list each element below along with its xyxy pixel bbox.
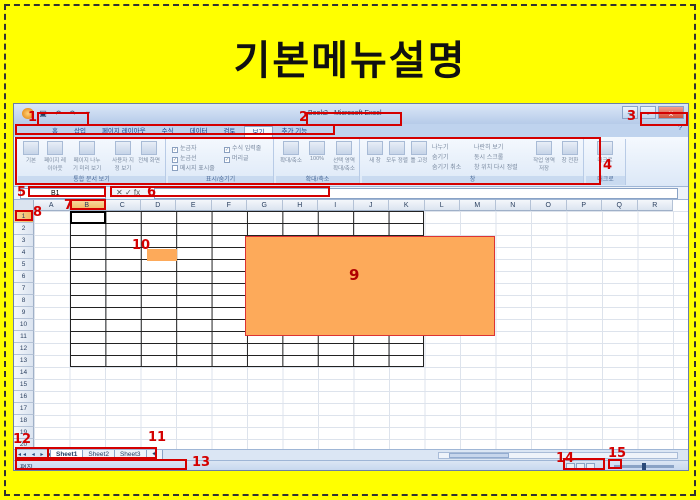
page-title: 기본메뉴설명: [233, 38, 467, 84]
scroll-thumb[interactable]: [449, 453, 509, 458]
column-header-f[interactable]: F: [211, 200, 247, 211]
marker-2: 2: [299, 110, 309, 125]
column-header-h[interactable]: H: [282, 200, 318, 211]
column-header-n[interactable]: N: [495, 200, 531, 211]
annotation-box-ribbon: [15, 137, 601, 185]
annotation-box-sheet-tabs: [47, 447, 157, 459]
annotation-box-tabs: [15, 124, 335, 135]
marker-9: 9: [349, 266, 360, 284]
row-header-16[interactable]: 16: [14, 391, 34, 403]
annotation-box-sheet-nav: [15, 447, 49, 459]
zoom-slider[interactable]: [614, 463, 674, 470]
row-header-4[interactable]: 4: [14, 247, 34, 259]
marker-10: 10: [132, 238, 151, 253]
zoom-thumb[interactable]: [642, 463, 646, 470]
worksheet-grid[interactable]: ABCDEFGHIJKLMNOPQR 1 2 3 4 5 6 7 8 9 10 11 12 13 14 15…: [14, 200, 688, 449]
column-header-j[interactable]: J: [353, 200, 389, 211]
column-header-r[interactable]: R: [637, 200, 673, 211]
column-header-i[interactable]: I: [318, 200, 354, 211]
marker-14: 14: [556, 451, 575, 466]
annotation-box-formula-bar: [110, 186, 330, 197]
column-header-p[interactable]: P: [566, 200, 602, 211]
annotation-box-status-bar: [15, 459, 187, 470]
marker-6: 6: [147, 185, 157, 200]
row-header-14[interactable]: 14: [14, 367, 34, 379]
row-header-18[interactable]: 18: [14, 415, 34, 427]
row-header-9[interactable]: 9: [14, 307, 34, 319]
callout-area: [245, 236, 495, 336]
marker-5: 5: [17, 185, 27, 200]
active-cell[interactable]: [70, 211, 106, 224]
marker-13: 13: [192, 455, 211, 470]
marker-8: 8: [33, 205, 43, 220]
marker-15: 15: [608, 446, 627, 461]
highlight-cell: [147, 249, 177, 261]
row-header-15[interactable]: 15: [14, 379, 34, 391]
marker-7: 7: [64, 198, 74, 213]
annotation-box-name-box: [28, 186, 106, 197]
column-header-o[interactable]: O: [531, 200, 567, 211]
marker-11: 11: [148, 430, 167, 445]
row-header-5[interactable]: 5: [14, 259, 34, 271]
row-header-6[interactable]: 6: [14, 271, 34, 283]
marker-1: 1: [28, 110, 38, 125]
marker-12: 12: [13, 432, 32, 447]
row-header-3[interactable]: 3: [14, 235, 34, 247]
row-header-11[interactable]: 11: [14, 331, 34, 343]
column-header-e[interactable]: E: [176, 200, 212, 211]
column-header-q[interactable]: Q: [602, 200, 638, 211]
row-header-12[interactable]: 12: [14, 343, 34, 355]
column-header-d[interactable]: D: [140, 200, 176, 211]
row-header-10[interactable]: 10: [14, 319, 34, 331]
marker-4: 4: [603, 158, 613, 173]
column-header-g[interactable]: G: [247, 200, 283, 211]
row-header-8[interactable]: 8: [14, 295, 34, 307]
annotation-box-window-controls: [640, 112, 688, 126]
column-header-l[interactable]: L: [424, 200, 460, 211]
marker-3: 3: [627, 109, 637, 124]
row-header-13[interactable]: 13: [14, 355, 34, 367]
column-header-m[interactable]: M: [460, 200, 496, 211]
row-header-7[interactable]: 7: [14, 283, 34, 295]
help-icon[interactable]: ?: [678, 125, 682, 132]
row-header-17[interactable]: 17: [14, 403, 34, 415]
row-header-2[interactable]: 2: [14, 223, 34, 235]
annotation-box-row-head: [15, 210, 33, 221]
column-header-c[interactable]: C: [105, 200, 141, 211]
annotation-box-column-head: [70, 199, 106, 210]
column-header-k[interactable]: K: [389, 200, 425, 211]
